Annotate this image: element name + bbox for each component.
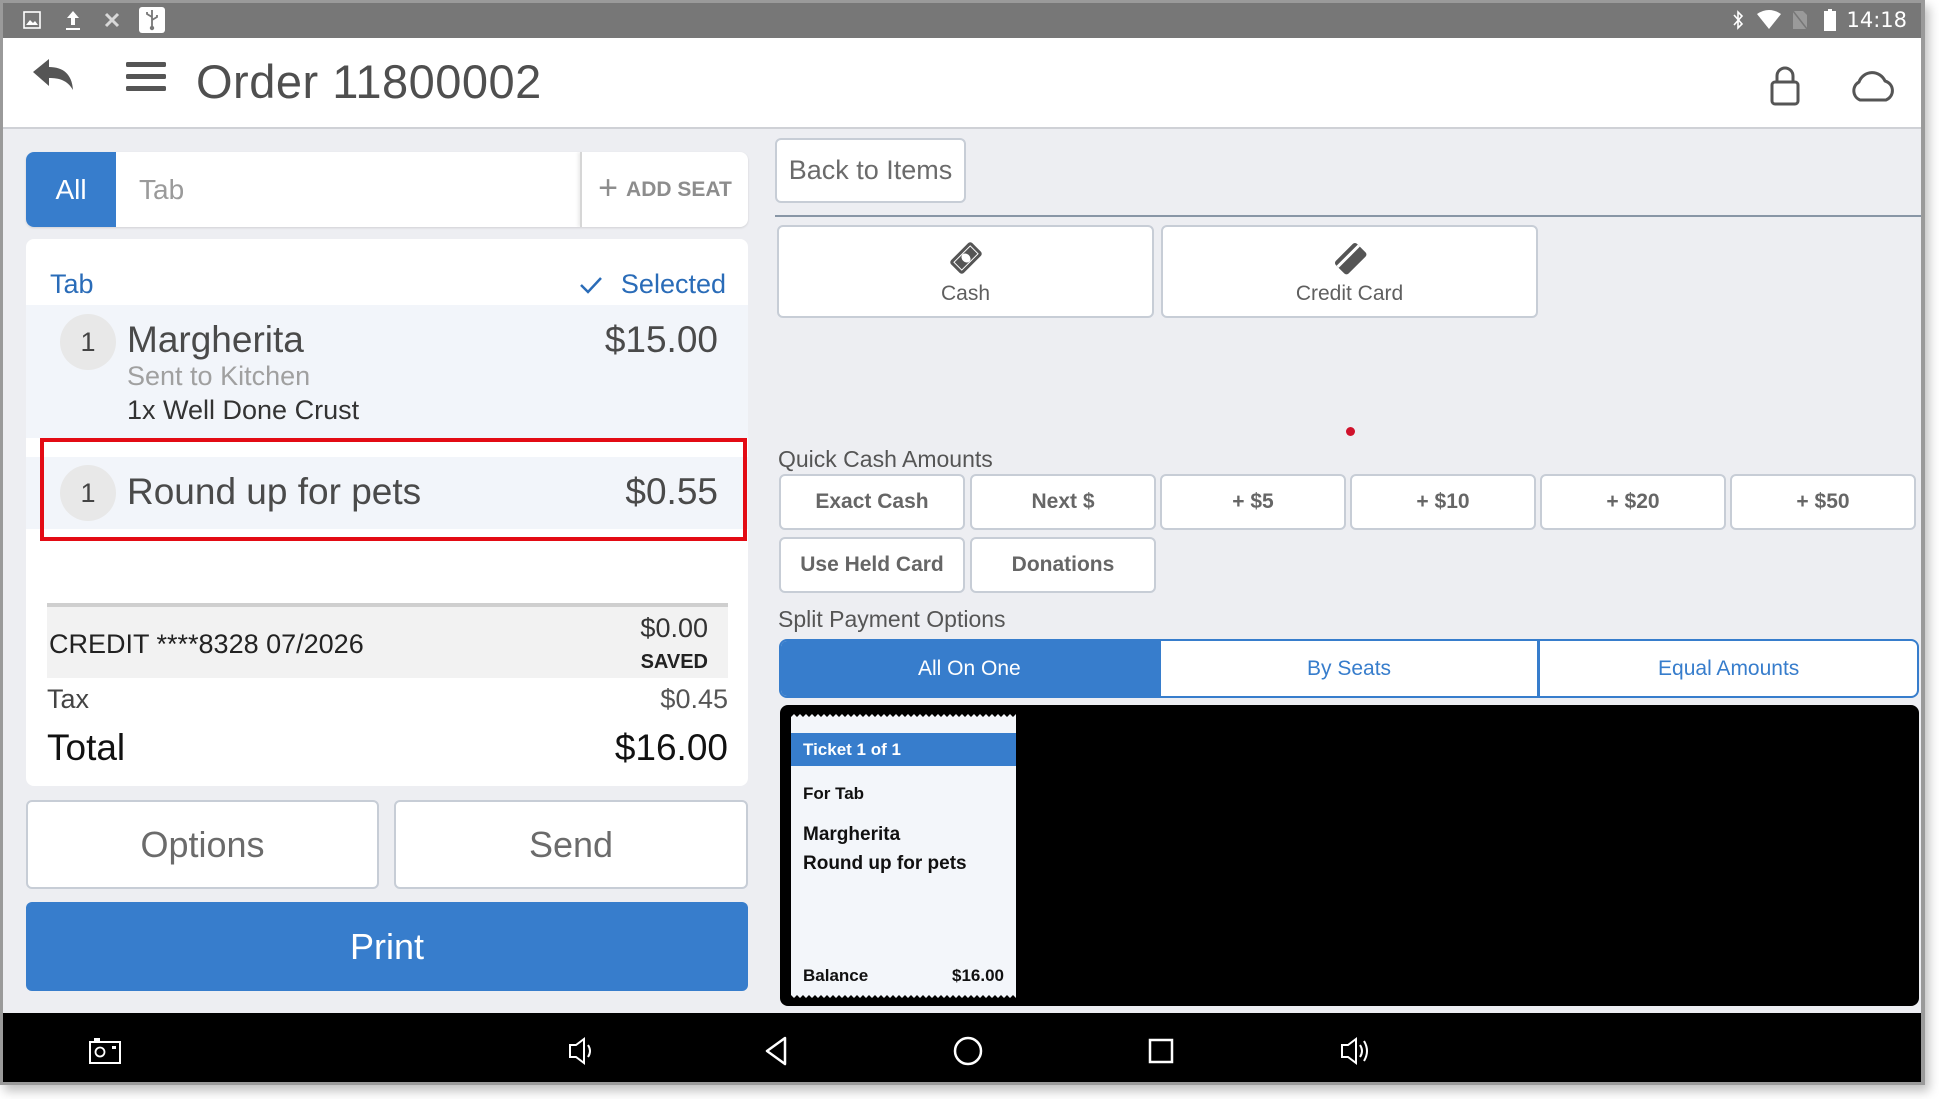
seat-selector: All Tab + ADD SEAT [26, 152, 748, 227]
upload-icon [62, 9, 84, 31]
seat-tab-all[interactable]: All [26, 152, 116, 227]
ticket-area: Ticket 1 of 1 For Tab Margherita Round u… [780, 705, 1919, 1006]
order-item[interactable]: 1 Round up for pets $0.55 [26, 457, 748, 529]
credit-card-button[interactable]: Credit Card [1161, 225, 1538, 318]
selected-label: Selected [620, 269, 726, 299]
options-button[interactable]: Options [26, 800, 379, 889]
item-price: $15.00 [604, 319, 718, 360]
item-price: $0.55 [625, 471, 718, 512]
total-label: Total [47, 727, 126, 768]
item-modifier: 1x Well Done Crust [127, 395, 360, 425]
quick-cash-plus-50[interactable]: + $50 [1730, 474, 1916, 530]
bluetooth-icon [1731, 9, 1745, 31]
app-header: Order 11800002 [3, 38, 1921, 129]
donations-button[interactable]: Donations [970, 537, 1156, 593]
back-icon[interactable] [29, 55, 77, 95]
payment-amount: $0.00 [640, 613, 708, 643]
volume-down-icon[interactable] [566, 1033, 596, 1069]
image-notification-icon [22, 9, 42, 31]
divider [775, 215, 1921, 217]
split-equal-amounts[interactable]: Equal Amounts [1537, 641, 1917, 696]
ticket-for-label: For Tab [803, 784, 865, 803]
quick-cash-exact[interactable]: Exact Cash [779, 474, 965, 530]
item-name: Round up for pets [127, 471, 422, 512]
ticket-balance-label: Balance [803, 966, 869, 985]
split-payment-title: Split Payment Options [778, 606, 1006, 632]
order-item[interactable]: 1 Margherita $15.00 Sent to Kitchen 1x W… [26, 305, 748, 438]
add-seat-button[interactable]: + ADD SEAT [580, 152, 748, 227]
item-qty-badge: 1 [60, 314, 116, 370]
ticket-top-edge [791, 714, 1016, 720]
order-section-header: Tab Selected [26, 239, 748, 305]
item-status: Sent to Kitchen [127, 361, 311, 391]
check-icon [580, 276, 602, 294]
split-all-on-one[interactable]: All On One [781, 641, 1158, 696]
credit-card-label: Credit Card [1295, 281, 1404, 305]
ticket-balance-value: $16.00 [952, 966, 1004, 985]
status-time: 14:18 [1846, 8, 1907, 32]
ticket-item: Margherita [803, 824, 901, 845]
page-title: Order 11800002 [196, 55, 542, 108]
quick-cash-plus-10[interactable]: + $10 [1350, 474, 1536, 530]
quick-cash-title: Quick Cash Amounts [778, 446, 993, 472]
ticket-items: Margherita Round up for pets [803, 820, 967, 878]
order-card: Tab Selected 1 Margherita $15.00 Sent to… [26, 239, 748, 786]
recents-icon[interactable] [1146, 1033, 1176, 1069]
tax-label: Tax [47, 684, 90, 714]
split-by-seats[interactable]: By Seats [1157, 641, 1538, 696]
android-nav-bar [3, 1013, 1921, 1082]
credit-card-icon [1334, 242, 1366, 274]
ticket-header: Ticket 1 of 1 [791, 733, 1016, 766]
send-button[interactable]: Send [394, 800, 748, 889]
selected-indicator[interactable]: Selected [579, 269, 726, 300]
screenshot-icon[interactable] [87, 1033, 123, 1069]
item-name: Margherita [127, 319, 304, 360]
back-nav-icon[interactable] [761, 1033, 791, 1069]
wifi-icon [1755, 9, 1783, 31]
cash-label: Cash [940, 281, 991, 305]
ticket-card[interactable]: Ticket 1 of 1 For Tab Margherita Round u… [791, 714, 1016, 998]
no-sim-icon [1791, 9, 1809, 31]
payment-row[interactable]: CREDIT ****8328 07/2026 $0.00 SAVED [47, 603, 728, 678]
indicator-dot [1346, 427, 1355, 436]
total-value: $16.00 [614, 727, 728, 768]
use-held-card-button[interactable]: Use Held Card [779, 537, 965, 593]
battery-icon [1823, 9, 1837, 31]
home-icon[interactable] [951, 1033, 985, 1069]
payment-status: SAVED [640, 651, 708, 673]
usb-icon [139, 7, 165, 33]
cloud-icon[interactable] [1847, 68, 1897, 104]
quick-cash-next-dollar[interactable]: Next $ [970, 474, 1156, 530]
quick-cash-plus-20[interactable]: + $20 [1540, 474, 1726, 530]
wrench-off-icon [103, 9, 121, 31]
menu-icon[interactable] [126, 60, 166, 94]
status-bar: 14:18 [3, 3, 1921, 38]
tax-value: $0.45 [660, 684, 728, 714]
split-payment-selector: All On One By Seats Equal Amounts [779, 639, 1919, 698]
ticket-bottom-edge [791, 992, 1016, 998]
add-seat-label: ADD SEAT [626, 177, 732, 201]
back-to-items-button[interactable]: Back to Items [775, 138, 966, 203]
print-button[interactable]: Print [26, 902, 748, 991]
tablet-screen: 14:18 Order 11800002 All Tab + ADD SEAT … [0, 0, 1925, 1085]
payment-card-label: CREDIT ****8328 07/2026 [49, 629, 364, 659]
section-title: Tab [50, 269, 94, 299]
plus-icon: + [598, 168, 619, 207]
volume-up-icon[interactable] [1338, 1033, 1372, 1069]
item-qty-badge: 1 [60, 465, 116, 521]
ticket-item: Round up for pets [803, 853, 967, 874]
quick-cash-plus-5[interactable]: + $5 [1160, 474, 1346, 530]
seat-tab-tab[interactable]: Tab [116, 152, 580, 227]
cash-button[interactable]: Cash [777, 225, 1154, 318]
cash-icon [949, 241, 982, 274]
lock-icon[interactable] [1769, 66, 1801, 106]
